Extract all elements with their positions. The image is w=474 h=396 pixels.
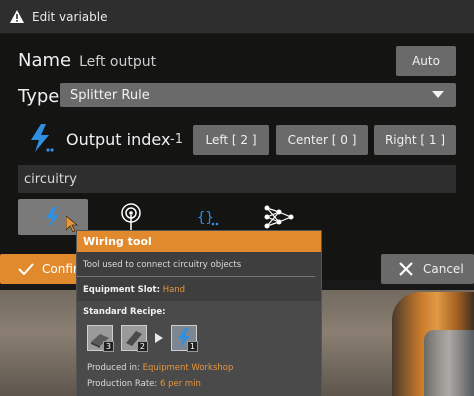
warning-icon xyxy=(10,10,24,23)
metal-bar-ingredient-icon: 3 xyxy=(87,325,114,352)
close-icon xyxy=(399,262,413,276)
left-output-button[interactable]: Left [ 2 ] xyxy=(193,125,269,155)
center-output-button[interactable]: Center [ 0 ] xyxy=(276,125,368,155)
name-label: Name xyxy=(18,50,72,71)
braces-icon: {} xyxy=(197,210,219,226)
output-index-label: Output index xyxy=(66,130,171,149)
type-select[interactable]: Splitter Rule xyxy=(60,83,456,107)
antenna-icon xyxy=(121,203,141,230)
title-bar: Edit variable xyxy=(0,0,474,34)
produced-in: Produced in: Equipment Workshop xyxy=(87,363,233,373)
search-input[interactable]: circuitry xyxy=(18,165,456,193)
type-select-value: Splitter Rule xyxy=(70,87,150,103)
network-icon xyxy=(264,205,294,229)
rate-value: 6 per min xyxy=(159,379,201,389)
cancel-button[interactable]: Cancel xyxy=(381,254,474,284)
window-title: Edit variable xyxy=(32,9,108,24)
produced-value: Equipment Workshop xyxy=(142,363,234,373)
recipe-arrow-icon xyxy=(155,333,163,343)
check-icon xyxy=(18,263,34,275)
item-tooltip: Wiring tool Tool used to connect circuit… xyxy=(76,230,322,396)
recipe-items: 3 2 1 xyxy=(87,325,205,352)
type-label: Type xyxy=(18,86,60,107)
produced-label: Produced in: xyxy=(87,363,140,373)
slot-value: Hand xyxy=(162,285,186,295)
tooltip-description: Tool used to connect circuitry objects xyxy=(77,252,315,277)
svg-text:{}: {} xyxy=(197,210,214,226)
ingredient-count: 3 xyxy=(102,341,114,352)
output-index-value: -1 xyxy=(170,132,183,147)
plate-ingredient-icon: 2 xyxy=(121,325,148,352)
cancel-label: Cancel xyxy=(423,262,464,276)
tooltip-title: Wiring tool xyxy=(77,231,321,252)
name-field[interactable]: Left output xyxy=(79,54,156,70)
lightning-bolt-icon xyxy=(31,124,54,152)
name-row: Name Left output xyxy=(18,50,156,71)
result-count: 1 xyxy=(186,341,198,352)
recipe-section: Standard Recipe: 3 2 1 Produced in: Equi… xyxy=(77,301,321,396)
scene-machine-arm xyxy=(424,330,474,396)
auto-button[interactable]: Auto xyxy=(396,46,456,76)
production-rate: Production Rate: 6 per min xyxy=(87,379,201,389)
ingredient-count: 2 xyxy=(136,341,148,352)
wiring-tool-result-icon: 1 xyxy=(171,325,198,352)
equipment-slot: Equipment Slot: Hand xyxy=(77,277,321,304)
chevron-down-icon xyxy=(432,91,444,98)
rate-label: Production Rate: xyxy=(87,379,158,389)
right-output-button[interactable]: Right [ 1 ] xyxy=(374,125,456,155)
wiring-tool-icon xyxy=(46,207,59,227)
recipe-title: Standard Recipe: xyxy=(83,307,166,317)
slot-label: Equipment Slot: xyxy=(83,285,160,295)
